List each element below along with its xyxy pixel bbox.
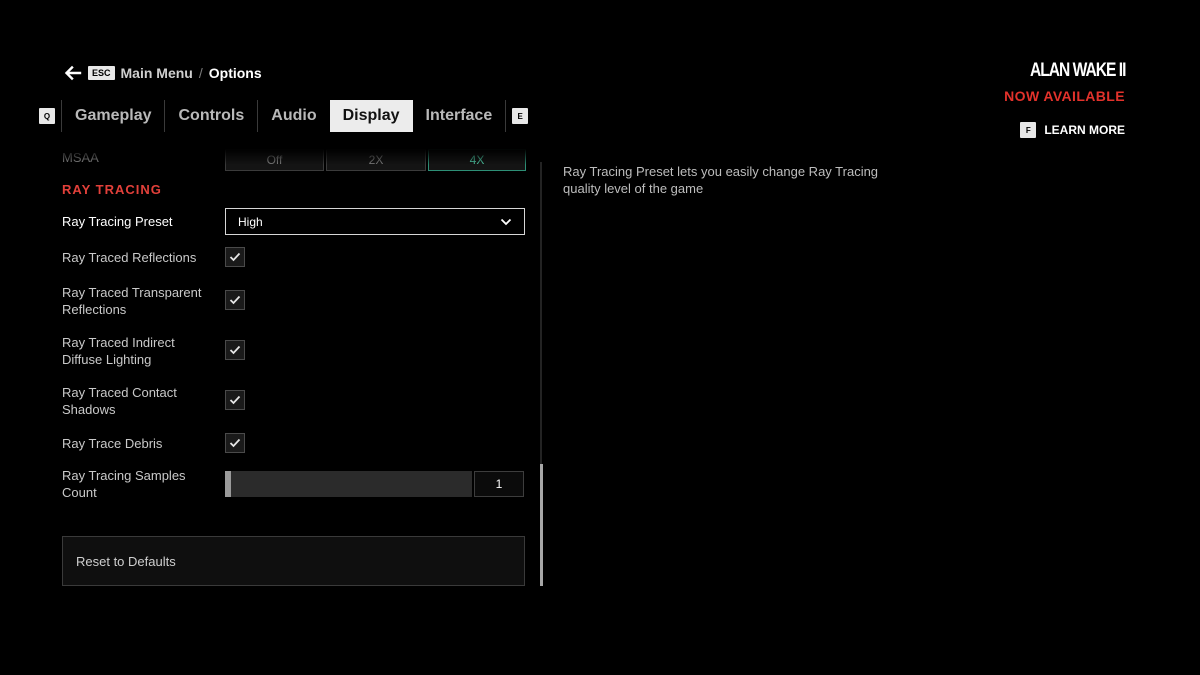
breadcrumb-current: Options bbox=[208, 65, 262, 81]
checkmark-icon bbox=[229, 345, 241, 355]
rt-samples-slider[interactable] bbox=[225, 471, 472, 497]
rt-debris-label: Ray Trace Debris bbox=[62, 436, 163, 451]
rt-transparent-reflections-checkbox[interactable] bbox=[225, 290, 245, 310]
rt-samples-value[interactable]: 1 bbox=[474, 471, 524, 497]
tab-divider bbox=[505, 100, 507, 132]
rt-indirect-diffuse-checkbox[interactable] bbox=[225, 340, 245, 360]
rt-transparent-reflections-label: Ray Traced Transparent Reflections bbox=[62, 285, 202, 317]
next-tab-key-hint[interactable]: E bbox=[512, 108, 529, 124]
breadcrumb: ESC Main Menu / Options bbox=[64, 62, 262, 84]
chevron-down-icon bbox=[500, 218, 512, 225]
tab-display[interactable]: Display bbox=[329, 100, 413, 132]
msaa-option-2x[interactable]: 2X bbox=[326, 149, 426, 171]
prev-tab-key-hint[interactable]: Q bbox=[39, 108, 55, 124]
tab-interface[interactable]: Interface bbox=[413, 100, 506, 132]
setting-description: Ray Tracing Preset lets you easily chang… bbox=[563, 164, 879, 196]
rt-reflections-checkbox[interactable] bbox=[225, 247, 245, 267]
learn-more-label: LEARN MORE bbox=[1044, 123, 1125, 137]
ray-tracing-preset-dropdown[interactable]: High bbox=[225, 208, 525, 235]
breadcrumb-separator: / bbox=[198, 65, 203, 81]
checkmark-icon bbox=[229, 438, 241, 448]
msaa-option-off[interactable]: Off bbox=[225, 149, 324, 171]
msaa-option-4x[interactable]: 4X bbox=[428, 149, 526, 171]
esc-key-hint[interactable]: ESC bbox=[88, 66, 115, 80]
rt-debris-checkbox[interactable] bbox=[225, 433, 245, 453]
rt-contact-shadows-label: Ray Traced Contact Shadows bbox=[62, 385, 177, 417]
checkmark-icon bbox=[229, 395, 241, 405]
ray-tracing-section-title: RAY TRACING bbox=[62, 182, 162, 197]
settings-panel: MSAA Off 2X 4X RAY TRACING Ray Tracing P… bbox=[62, 145, 542, 590]
rt-indirect-diffuse-label: Ray Traced Indirect Diffuse Lighting bbox=[62, 335, 175, 367]
rt-samples-label: Ray Tracing Samples Count bbox=[62, 468, 186, 500]
rt-contact-shadows-checkbox[interactable] bbox=[225, 390, 245, 410]
options-tabs: Q Gameplay Controls Audio Display Interf… bbox=[39, 100, 529, 132]
learn-more-button[interactable]: F LEARN MORE bbox=[1020, 122, 1125, 138]
scrollbar-thumb[interactable] bbox=[540, 464, 543, 586]
rt-reflections-label: Ray Traced Reflections bbox=[62, 250, 197, 265]
ray-tracing-preset-value: High bbox=[238, 214, 263, 229]
back-arrow-icon[interactable] bbox=[64, 64, 82, 82]
checkmark-icon bbox=[229, 295, 241, 305]
now-available-text: NOW AVAILABLE bbox=[1004, 88, 1125, 104]
msaa-label: MSAA bbox=[62, 150, 99, 165]
tab-controls[interactable]: Controls bbox=[165, 100, 257, 132]
ray-tracing-preset-label: Ray Tracing Preset bbox=[62, 214, 173, 229]
reset-to-defaults-button[interactable]: Reset to Defaults bbox=[62, 536, 525, 586]
learn-more-key-hint: F bbox=[1020, 122, 1037, 138]
checkmark-icon bbox=[229, 252, 241, 262]
slider-handle[interactable] bbox=[225, 471, 231, 497]
breadcrumb-main-menu[interactable]: Main Menu bbox=[121, 65, 193, 81]
alan-wake-2-logo: ALAN WAKE II bbox=[1029, 60, 1126, 81]
tab-audio[interactable]: Audio bbox=[258, 100, 329, 132]
tab-gameplay[interactable]: Gameplay bbox=[62, 100, 164, 132]
